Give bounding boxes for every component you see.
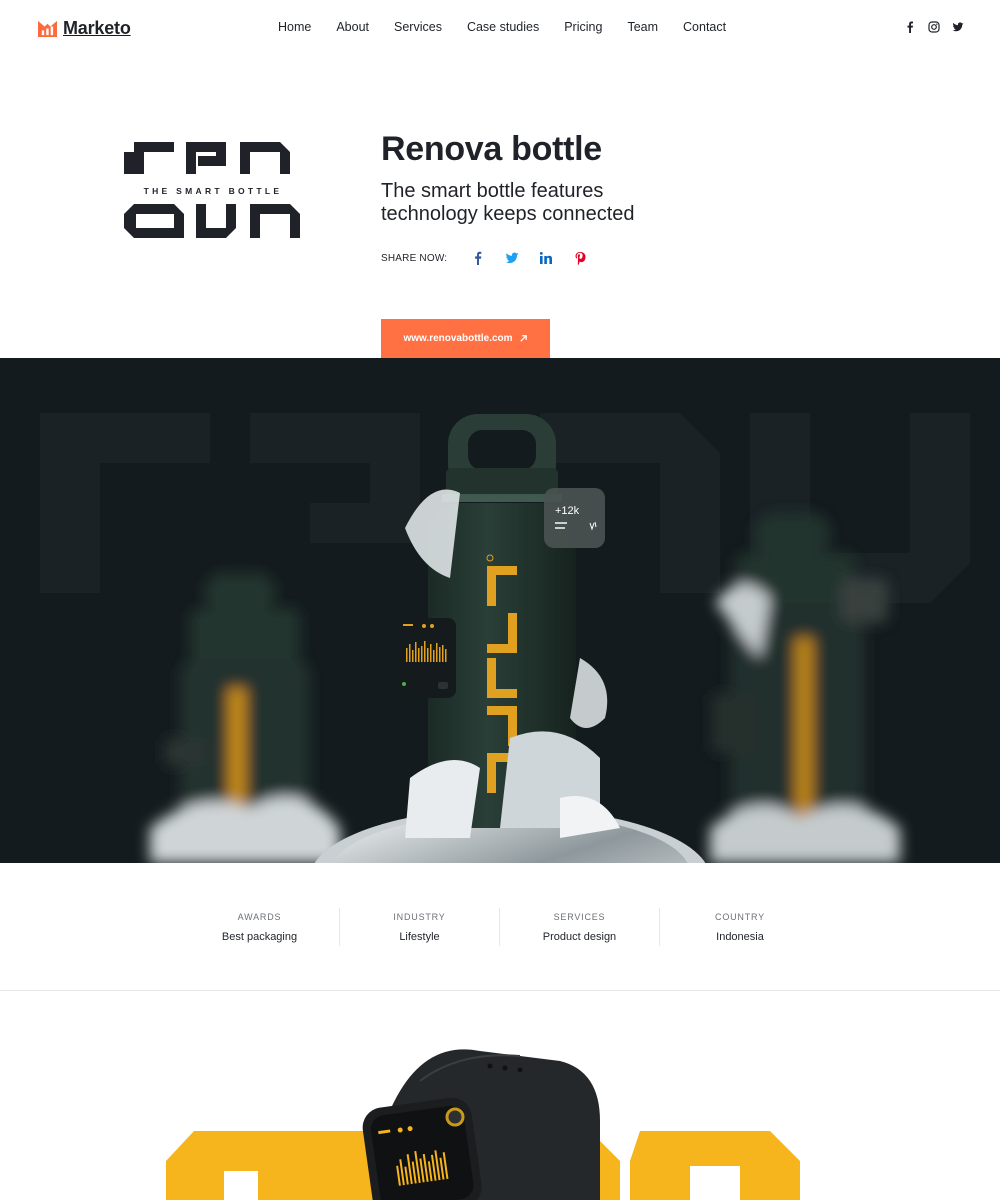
top-navigation: Marketo Home About Services Case studies…: [0, 0, 1000, 57]
website-link-button[interactable]: www.renovabottle.com: [381, 319, 550, 358]
detail-value: Indonesia: [716, 931, 764, 943]
linkedin-icon[interactable]: [539, 251, 553, 265]
pinterest-icon[interactable]: [573, 251, 587, 265]
detail-services: SERVICES Product design: [500, 908, 660, 946]
logo-tagline: THE SMART BOTTLE: [143, 186, 283, 196]
product-banner-image: +12k: [0, 358, 1000, 863]
nav-services[interactable]: Services: [394, 20, 442, 34]
instagram-icon[interactable]: [928, 21, 940, 33]
brand-mark-icon: [38, 20, 57, 38]
renova-logo: THE SMART BOTTLE: [124, 132, 302, 248]
detail-label: SERVICES: [553, 912, 606, 922]
facebook-icon[interactable]: [904, 21, 916, 33]
renova-bottles-scene: +12k: [40, 413, 970, 863]
twitter-icon[interactable]: [505, 251, 519, 265]
nav-about[interactable]: About: [336, 20, 369, 34]
share-bar: SHARE NOW:: [381, 251, 607, 265]
detail-awards: AWARDS Best packaging: [180, 908, 340, 946]
nav-home[interactable]: Home: [278, 20, 311, 34]
header-social-links: [904, 21, 964, 33]
detail-industry: INDUSTRY Lifestyle: [340, 908, 500, 946]
nav-team[interactable]: Team: [627, 20, 658, 34]
twitter-icon[interactable]: [952, 21, 964, 33]
arrow-up-right-icon: [519, 335, 527, 342]
detail-label: INDUSTRY: [393, 912, 446, 922]
smartwatch-showcase-image: [0, 991, 1000, 1200]
facebook-icon[interactable]: [471, 251, 485, 265]
project-subtitle: The smart bottle features technology kee…: [381, 180, 635, 225]
detail-country: COUNTRY Indonesia: [660, 908, 820, 946]
nav-case-studies[interactable]: Case studies: [467, 20, 539, 34]
nav-contact[interactable]: Contact: [683, 20, 726, 34]
nav-pricing[interactable]: Pricing: [564, 20, 602, 34]
detail-value: Best packaging: [221, 931, 298, 943]
main-menu: Home About Services Case studies Pricing…: [278, 20, 751, 34]
detail-label: AWARDS: [237, 912, 282, 922]
detail-label: COUNTRY: [715, 912, 765, 922]
website-link-label: www.renovabottle.com: [403, 333, 513, 344]
stat-value: +12k: [555, 505, 580, 517]
brand-name: Marketo: [63, 18, 131, 38]
project-details: AWARDS Best packaging INDUSTRY Lifestyle…: [180, 908, 820, 946]
brand-logo[interactable]: Marketo: [38, 18, 131, 39]
project-title: Renova bottle: [381, 130, 602, 168]
renova-watch-graphic: [166, 1049, 800, 1200]
detail-value: Product design: [542, 931, 617, 943]
share-label: SHARE NOW:: [381, 252, 448, 264]
detail-value: Lifestyle: [399, 931, 440, 943]
